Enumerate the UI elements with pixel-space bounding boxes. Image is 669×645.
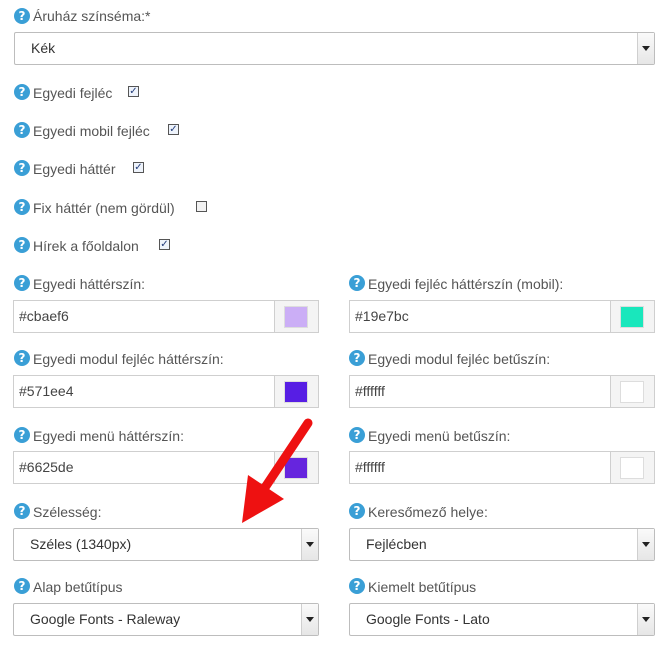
color-input-module-header-text[interactable]: #ffffff bbox=[349, 375, 655, 408]
color-label-background: Egyedi háttérszín: bbox=[33, 276, 146, 292]
help-icon[interactable]: ? bbox=[349, 578, 365, 594]
width-label: Szélesség: bbox=[33, 504, 102, 520]
help-icon[interactable]: ? bbox=[349, 275, 365, 291]
checkbox-custom-header[interactable]: ✓ bbox=[128, 86, 139, 97]
width-select-value: Széles (1340px) bbox=[30, 536, 132, 552]
checkbox-label-custom-header: Egyedi fejléc bbox=[33, 85, 113, 101]
highlight-font-value: Google Fonts - Lato bbox=[366, 611, 490, 627]
color-input-background[interactable]: #cbaef6 bbox=[13, 300, 319, 333]
width-select[interactable]: Széles (1340px) bbox=[13, 528, 319, 561]
color-swatch bbox=[284, 306, 308, 328]
color-picker-button[interactable] bbox=[610, 376, 654, 407]
help-icon[interactable]: ? bbox=[349, 350, 365, 366]
help-icon[interactable]: ? bbox=[14, 160, 30, 176]
chevron-down-icon[interactable] bbox=[301, 604, 318, 635]
chevron-down-icon[interactable] bbox=[637, 33, 654, 64]
color-value: #19e7bc bbox=[355, 308, 409, 324]
color-value: #6625de bbox=[19, 459, 74, 475]
color-value: #ffffff bbox=[355, 459, 385, 475]
checkbox-label-custom-background: Egyedi háttér bbox=[33, 161, 116, 177]
chevron-down-icon[interactable] bbox=[637, 529, 654, 560]
checkbox-news-home[interactable]: ✓ bbox=[159, 239, 170, 250]
help-icon[interactable]: ? bbox=[14, 503, 30, 519]
checkbox-label-fixed-background: Fix háttér (nem gördül) bbox=[33, 200, 175, 216]
color-input-mobile-header[interactable]: #19e7bc bbox=[349, 300, 655, 333]
checkbox-label-news-home: Hírek a főoldalon bbox=[33, 238, 139, 254]
search-position-value: Fejlécben bbox=[366, 536, 427, 552]
highlight-font-label: Kiemelt betűtípus bbox=[368, 579, 477, 595]
color-label-module-header-text: Egyedi modul fejléc betűszín: bbox=[368, 351, 551, 367]
chevron-down-icon[interactable] bbox=[301, 529, 318, 560]
help-icon[interactable]: ? bbox=[349, 503, 365, 519]
color-swatch bbox=[620, 381, 644, 403]
color-swatch bbox=[284, 381, 308, 403]
color-label-mobile-header: Egyedi fejléc háttérszín (mobil): bbox=[368, 276, 564, 292]
color-input-module-header-bg[interactable]: #571ee4 bbox=[13, 375, 319, 408]
color-value: #ffffff bbox=[355, 383, 385, 399]
base-font-label: Alap betűtípus bbox=[33, 579, 123, 595]
help-icon[interactable]: ? bbox=[14, 84, 30, 100]
color-swatch bbox=[620, 457, 644, 479]
help-icon[interactable]: ? bbox=[14, 237, 30, 253]
color-value: #571ee4 bbox=[19, 383, 74, 399]
color-picker-button[interactable] bbox=[610, 452, 654, 483]
search-position-label: Keresőmező helye: bbox=[368, 504, 488, 520]
help-icon[interactable]: ? bbox=[14, 199, 30, 215]
checkbox-custom-background[interactable]: ✓ bbox=[133, 162, 144, 173]
theme-select-value: Kék bbox=[31, 40, 56, 56]
red-arrow-icon bbox=[242, 418, 313, 523]
color-label-menu-text: Egyedi menü betűszín: bbox=[368, 428, 511, 444]
base-font-select[interactable]: Google Fonts - Raleway bbox=[13, 603, 319, 636]
search-position-select[interactable]: Fejlécben bbox=[349, 528, 655, 561]
help-icon[interactable]: ? bbox=[14, 122, 30, 138]
checkbox-custom-mobile-header[interactable]: ✓ bbox=[168, 124, 179, 135]
checkbox-label-custom-mobile-header: Egyedi mobil fejléc bbox=[33, 123, 150, 139]
color-picker-button[interactable] bbox=[610, 301, 654, 332]
color-picker-button[interactable] bbox=[274, 301, 318, 332]
base-font-value: Google Fonts - Raleway bbox=[30, 611, 181, 627]
help-icon[interactable]: ? bbox=[14, 350, 30, 366]
help-icon[interactable]: ? bbox=[14, 427, 30, 443]
theme-select[interactable]: Kék bbox=[14, 32, 655, 65]
chevron-down-icon[interactable] bbox=[637, 604, 654, 635]
color-input-menu-text[interactable]: #ffffff bbox=[349, 451, 655, 484]
checkbox-fixed-background[interactable] bbox=[196, 201, 207, 212]
color-swatch bbox=[620, 306, 644, 328]
help-icon[interactable]: ? bbox=[14, 8, 30, 24]
color-label-module-header-bg: Egyedi modul fejléc háttérszín: bbox=[33, 351, 224, 367]
theme-label: Áruház színséma:* bbox=[33, 8, 151, 24]
help-icon[interactable]: ? bbox=[14, 275, 30, 291]
color-picker-button[interactable] bbox=[274, 376, 318, 407]
highlight-font-select[interactable]: Google Fonts - Lato bbox=[349, 603, 655, 636]
help-icon[interactable]: ? bbox=[349, 427, 365, 443]
color-value: #cbaef6 bbox=[19, 308, 69, 324]
color-label-menu-bg: Egyedi menü háttérszín: bbox=[33, 428, 184, 444]
help-icon[interactable]: ? bbox=[14, 578, 30, 594]
